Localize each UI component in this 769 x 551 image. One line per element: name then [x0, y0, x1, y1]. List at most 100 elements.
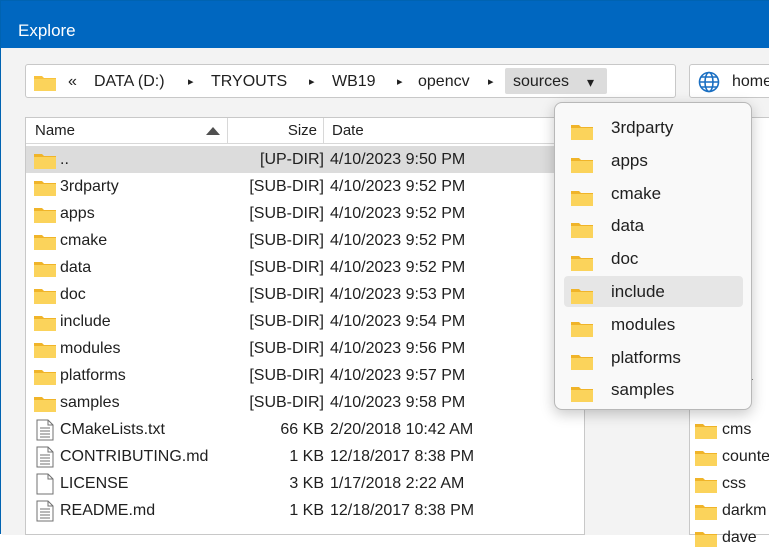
file-name: .. [60, 151, 69, 168]
breadcrumb-item-wb19[interactable]: WB19 [332, 73, 376, 91]
file-date: 4/10/2023 9:52 PM [330, 205, 466, 222]
file-name: data [60, 259, 92, 276]
address-bar-2[interactable]: home [689, 64, 769, 98]
file-size: [SUB-DIR] [249, 232, 324, 249]
table-row[interactable]: 3rdparty [SUB-DIR] 4/10/2023 9:52 PM [26, 173, 586, 200]
text-file-icon [36, 500, 54, 531]
file-date: 12/18/2017 8:38 PM [330, 448, 475, 465]
column-header-size-label: Size [287, 122, 317, 139]
folder-icon [34, 74, 56, 96]
list-item[interactable]: css [690, 470, 769, 497]
file-date: 4/10/2023 9:52 PM [330, 232, 466, 249]
breadcrumb-item-tryouts[interactable]: TRYOUTS [211, 73, 287, 91]
table-row[interactable]: doc [SUB-DIR] 4/10/2023 9:53 PM [26, 281, 586, 308]
breadcrumb-dropdown-menu: 3rdparty apps cmake data doc include modules pl… [554, 102, 752, 410]
column-header-name-label: Name [35, 122, 76, 139]
file-date: 12/18/2017 8:38 PM [330, 502, 475, 519]
dropdown-item-modules[interactable]: modules [564, 309, 743, 340]
explore-window: Explore « DATA (D:) ▸ TRYOUTS ▸ WB19 ▸ o… [0, 0, 769, 547]
file-date: 4/10/2023 9:57 PM [330, 367, 466, 384]
chevron-right-icon[interactable]: ▸ [188, 73, 194, 91]
dropdown-item-data[interactable]: data [564, 210, 743, 241]
file-name: platforms [60, 367, 126, 384]
dropdown-item-include[interactable]: include [564, 276, 743, 307]
dropdown-item-cmake[interactable]: cmake [564, 178, 743, 209]
file-date: 2/20/2018 10:42 AM [330, 421, 474, 438]
dropdown-item-platforms[interactable]: platforms [564, 342, 743, 373]
list-item[interactable]: darkm [690, 497, 769, 524]
address-text: home [732, 73, 769, 90]
list-item[interactable]: dave [690, 524, 769, 551]
table-row[interactable]: platforms [SUB-DIR] 4/10/2023 9:57 PM [26, 362, 586, 389]
table-row[interactable]: data [SUB-DIR] 4/10/2023 9:52 PM [26, 254, 586, 281]
breadcrumb-item-data[interactable]: DATA (D:) [94, 73, 165, 91]
file-name: CONTRIBUTING.md [60, 448, 209, 465]
file-size: [SUB-DIR] [249, 286, 324, 303]
title-bar: Explore [1, 1, 769, 48]
header-divider [26, 143, 586, 144]
dropdown-item-label: apps [611, 150, 648, 170]
dropdown-item-apps[interactable]: apps [564, 145, 743, 176]
file-size: 1 KB [289, 448, 324, 465]
table-row[interactable]: LICENSE 3 KB 1/17/2018 2:22 AM [26, 470, 586, 497]
file-list: Name Size Date .. [UP-DIR] 4/10/2023 9:50 … [25, 117, 586, 535]
chevron-right-icon[interactable]: ▸ [309, 73, 315, 91]
file-name: apps [60, 205, 95, 222]
column-header-date-label: Date [332, 122, 364, 139]
dropdown-item-label: 3rdparty [611, 118, 674, 137]
breadcrumb-item-opencv[interactable]: opencv [418, 73, 470, 91]
table-row[interactable]: CONTRIBUTING.md 1 KB 12/18/2017 8:38 PM [26, 443, 586, 470]
dropdown-item-3rdparty[interactable]: 3rdparty [564, 112, 743, 143]
breadcrumb-item-sources[interactable]: sources [513, 73, 569, 91]
file-size: [SUB-DIR] [249, 313, 324, 330]
file-name: doc [60, 286, 86, 303]
column-header-name[interactable]: Name [26, 118, 228, 143]
dropdown-item-label: platforms [611, 347, 681, 367]
file-size: [SUB-DIR] [249, 178, 324, 195]
table-row[interactable]: include [SUB-DIR] 4/10/2023 9:54 PM [26, 308, 586, 335]
folder-icon [695, 475, 717, 497]
file-name: README.md [60, 502, 156, 519]
dropdown-item-label: modules [611, 314, 676, 334]
item-name: css [722, 475, 746, 492]
chevron-down-icon[interactable]: ▾ [587, 73, 594, 91]
table-row[interactable]: cmake [SUB-DIR] 4/10/2023 9:52 PM [26, 227, 586, 254]
file-size: [SUB-DIR] [249, 205, 324, 222]
file-name: samples [60, 394, 120, 411]
table-row[interactable]: apps [SUB-DIR] 4/10/2023 9:52 PM [26, 200, 586, 227]
list-item[interactable]: cms [690, 416, 769, 443]
file-name: LICENSE [60, 475, 129, 492]
chevron-right-icon[interactable]: ▸ [397, 73, 403, 91]
list-item[interactable]: counte [690, 443, 769, 470]
table-row[interactable]: .. [UP-DIR] 4/10/2023 9:50 PM [26, 146, 586, 173]
file-size: 3 KB [289, 475, 324, 492]
file-size: [SUB-DIR] [249, 259, 324, 276]
window-title: Explore [18, 21, 76, 40]
item-name: cms [722, 421, 752, 438]
file-date: 4/10/2023 9:52 PM [330, 178, 466, 195]
chevron-right-icon[interactable]: ▸ [488, 73, 494, 91]
column-header-date[interactable]: Date [324, 118, 586, 143]
item-name: dave [722, 529, 757, 546]
folder-icon [695, 502, 717, 524]
table-row[interactable]: README.md 1 KB 12/18/2017 8:38 PM [26, 497, 586, 524]
file-date: 4/10/2023 9:54 PM [330, 313, 466, 330]
file-name: cmake [60, 232, 108, 249]
dropdown-item-samples[interactable]: samples [564, 374, 743, 405]
file-size: [SUB-DIR] [249, 367, 324, 384]
dropdown-item-doc[interactable]: doc [564, 243, 743, 274]
table-row[interactable]: samples [SUB-DIR] 4/10/2023 9:58 PM [26, 389, 586, 416]
file-size: [UP-DIR] [260, 151, 324, 168]
table-row[interactable]: modules [SUB-DIR] 4/10/2023 9:56 PM [26, 335, 586, 362]
file-name: include [60, 313, 111, 330]
file-date: 4/10/2023 9:58 PM [330, 394, 466, 411]
breadcrumb: « DATA (D:) ▸ TRYOUTS ▸ WB19 ▸ opencv ▸ … [25, 64, 676, 98]
breadcrumb-overflow-button[interactable]: « [68, 73, 77, 91]
file-name: CMakeLists.txt [60, 421, 165, 438]
dropdown-item-label: doc [611, 249, 639, 269]
folder-icon [695, 448, 717, 470]
dropdown-item-label: include [611, 282, 665, 301]
column-header-size[interactable]: Size [228, 118, 324, 143]
file-name: modules [60, 340, 121, 357]
table-row[interactable]: CMakeLists.txt 66 KB 2/20/2018 10:42 AM [26, 416, 586, 443]
